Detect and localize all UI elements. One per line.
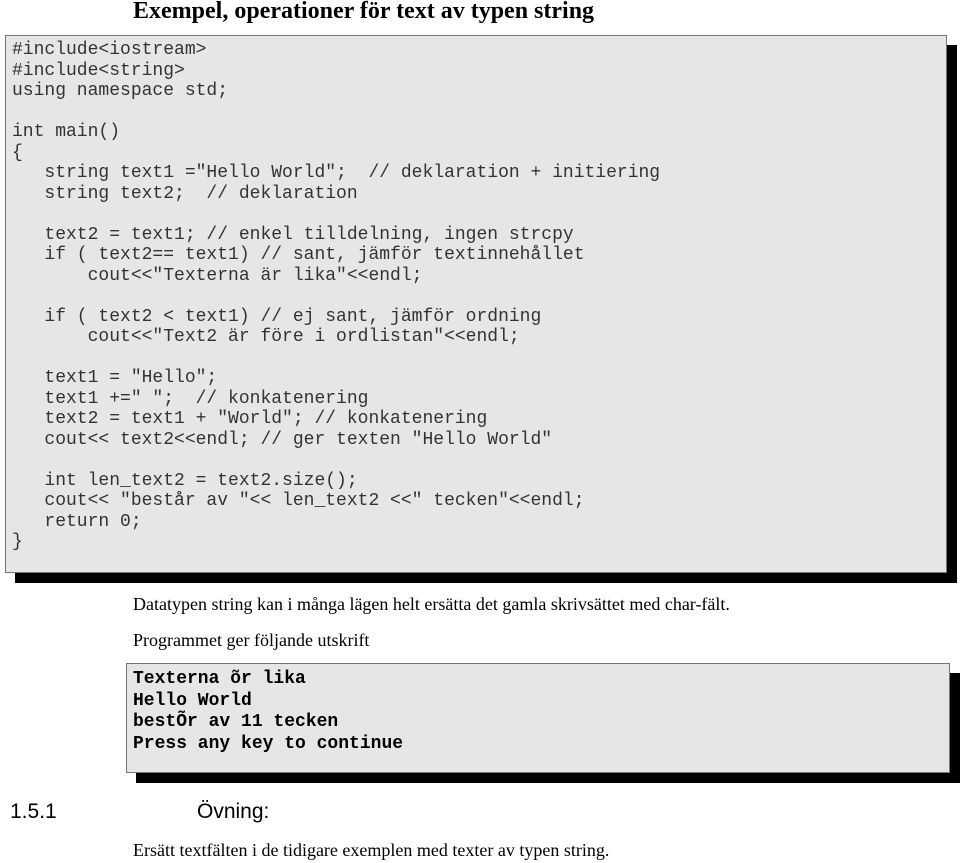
section-number: 1.5.1 <box>10 800 57 823</box>
paragraph: Programmet ger följande utskrift <box>133 630 370 650</box>
code-text: #include<iostream> #include<string> usin… <box>12 40 661 552</box>
output-text: Texterna õr lika Hello World bestÕr av 1… <box>133 669 404 754</box>
code-listing: #include<iostream> #include<string> usin… <box>5 35 947 573</box>
paragraph: Datatypen string kan i många lägen helt … <box>133 594 730 614</box>
section-title: Övning: <box>197 800 270 823</box>
program-output: Texterna õr lika Hello World bestÕr av 1… <box>126 663 950 773</box>
exercise-text: Ersätt textfälten i de tidigare exemplen… <box>133 840 610 860</box>
page-title: Exempel, operationer för text av typen s… <box>133 0 595 24</box>
